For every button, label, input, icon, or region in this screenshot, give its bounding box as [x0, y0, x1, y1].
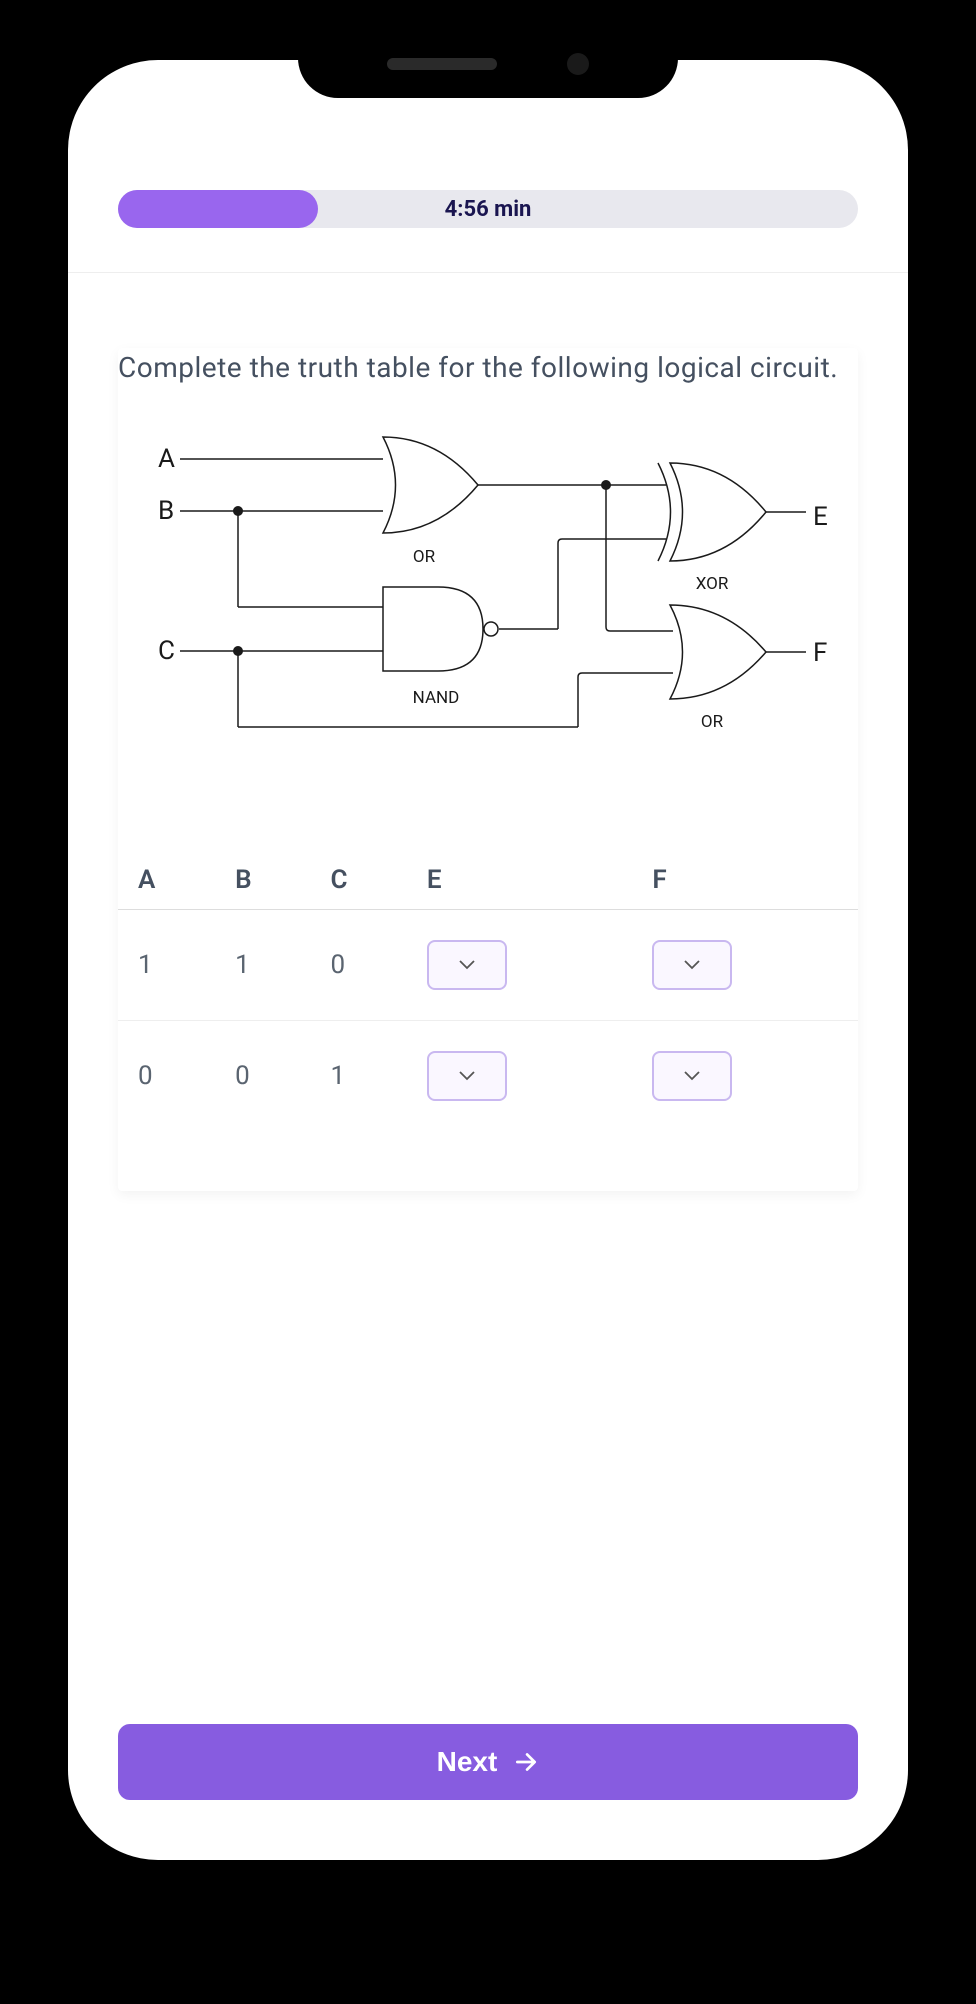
truth-table: A B C E F 1 1 0	[118, 851, 858, 1131]
notch-camera	[567, 53, 589, 75]
cell-select	[407, 1021, 633, 1132]
input-label-c: C	[158, 636, 175, 666]
cell-value: 0	[310, 910, 406, 1021]
th-b: B	[215, 851, 310, 910]
phone-notch	[298, 30, 678, 98]
phone-frame: 4:56 min Complete the truth table for th…	[38, 30, 938, 1890]
cell-value: 1	[118, 910, 215, 1021]
spacer	[118, 1191, 858, 1724]
chevron-down-icon	[684, 1071, 700, 1081]
th-f: F	[632, 851, 858, 910]
question-prompt: Complete the truth table for the followi…	[118, 348, 858, 387]
chevron-down-icon	[684, 960, 700, 970]
gate-label-nand: NAND	[413, 688, 460, 708]
circuit-diagram: A B C E F	[118, 427, 858, 747]
timer-progress-bar: 4:56 min	[118, 190, 858, 228]
input-label-a: A	[158, 444, 175, 474]
arrow-right-icon	[513, 1749, 539, 1775]
timer-fill	[118, 190, 318, 228]
divider	[68, 272, 908, 273]
gate-label-or: OR	[413, 547, 436, 567]
chevron-down-icon	[459, 960, 475, 970]
output-label-f: F	[813, 638, 827, 668]
th-a: A	[118, 851, 215, 910]
select-f-row1[interactable]	[652, 1051, 732, 1101]
cell-select	[407, 910, 633, 1021]
next-button[interactable]: Next	[118, 1724, 858, 1800]
next-button-label: Next	[437, 1746, 498, 1778]
cell-select	[632, 1021, 858, 1132]
select-e-row1[interactable]	[427, 1051, 507, 1101]
cell-value: 1	[310, 1021, 406, 1132]
question-card: Complete the truth table for the followi…	[118, 348, 858, 1191]
th-c: C	[310, 851, 406, 910]
phone-screen: 4:56 min Complete the truth table for th…	[68, 60, 908, 1860]
output-label-e: E	[813, 502, 828, 532]
cell-value: 0	[215, 1021, 310, 1132]
gate-label-or2: OR	[701, 712, 724, 732]
chevron-down-icon	[459, 1071, 475, 1081]
screen-content: 4:56 min Complete the truth table for th…	[68, 60, 908, 1860]
select-f-row0[interactable]	[652, 940, 732, 990]
input-label-b: B	[158, 496, 174, 526]
notch-speaker	[387, 58, 497, 70]
table-row: 1 1 0	[118, 910, 858, 1021]
cell-select	[632, 910, 858, 1021]
gate-label-xor: XOR	[696, 574, 729, 594]
timer-text: 4:56 min	[445, 197, 532, 222]
table-row: 0 0 1	[118, 1021, 858, 1132]
select-e-row0[interactable]	[427, 940, 507, 990]
cell-value: 1	[215, 910, 310, 1021]
th-e: E	[407, 851, 633, 910]
cell-value: 0	[118, 1021, 215, 1132]
